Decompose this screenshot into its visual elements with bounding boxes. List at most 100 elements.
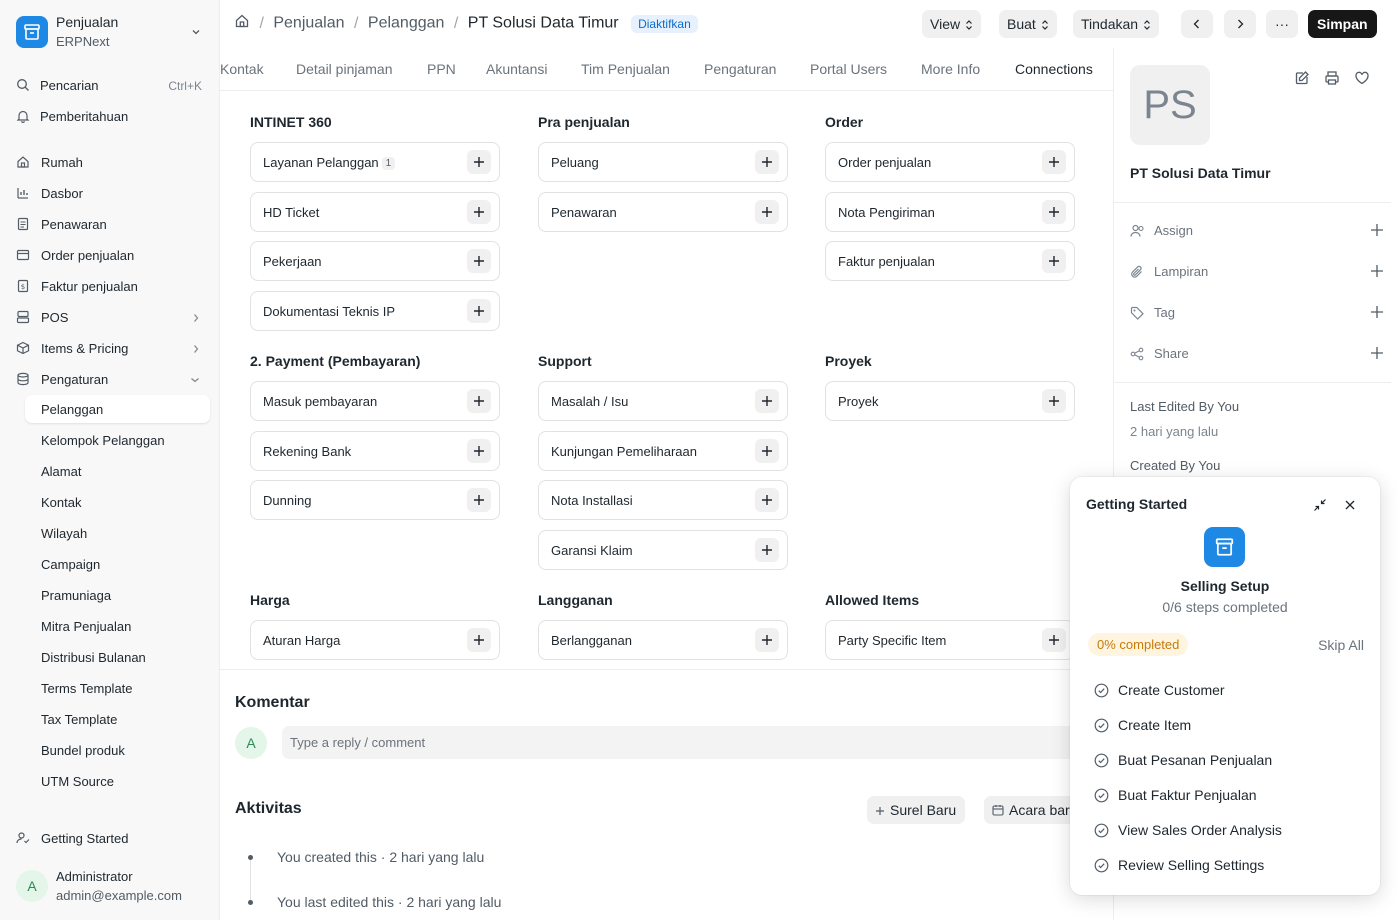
add-button[interactable] (755, 628, 779, 652)
sidebar-sub-terms-template[interactable]: Terms Template (25, 674, 210, 702)
add-button[interactable] (1042, 628, 1066, 652)
add-button[interactable] (467, 299, 491, 323)
close-icon[interactable] (1343, 498, 1357, 512)
save-button[interactable]: Simpan (1308, 10, 1377, 38)
sidebar-item-faktur-penjualan[interactable]: $ Faktur penjualan (8, 272, 210, 300)
sidebar-item-items-pricing[interactable]: Items & Pricing (8, 334, 210, 362)
assign-row[interactable]: Assign (1130, 221, 1384, 241)
setup-step[interactable]: View Sales Order Analysis (1094, 820, 1364, 840)
add-button[interactable] (755, 150, 779, 174)
sidebar-sub-tax-template[interactable]: Tax Template (25, 705, 210, 733)
connection-card[interactable]: Faktur penjualan (825, 241, 1075, 281)
sidebar-sub-kontak[interactable]: Kontak (25, 488, 210, 516)
sidebar-item-penawaran[interactable]: Penawaran (8, 210, 210, 238)
create-button[interactable]: Buat (999, 10, 1057, 38)
setup-step[interactable]: Buat Pesanan Penjualan (1094, 750, 1364, 770)
sidebar-item-order-penjualan[interactable]: Order penjualan (8, 241, 210, 269)
connection-card[interactable]: Nota Pengiriman (825, 192, 1075, 232)
breadcrumb-link[interactable]: Penjualan (273, 15, 344, 32)
previous-button[interactable] (1181, 10, 1213, 38)
next-button[interactable] (1224, 10, 1256, 38)
tab-akuntansi[interactable]: Akuntansi (486, 61, 547, 77)
connection-card[interactable]: Pekerjaan (250, 241, 500, 281)
setup-step[interactable]: Create Customer (1094, 680, 1364, 700)
heart-icon[interactable] (1354, 70, 1370, 86)
record-avatar[interactable]: PS (1130, 65, 1210, 145)
setup-step[interactable]: Create Item (1094, 715, 1364, 735)
connection-card[interactable]: Rekening Bank (250, 431, 500, 471)
plus-icon[interactable] (1370, 223, 1384, 237)
app-switcher[interactable]: Penjualan ERPNext (16, 14, 206, 54)
add-button[interactable] (1042, 200, 1066, 224)
add-button[interactable] (467, 389, 491, 413)
tag-row[interactable]: Tag (1130, 303, 1384, 323)
more-button[interactable]: ··· (1266, 10, 1298, 38)
sidebar-item-rumah[interactable]: Rumah (8, 148, 210, 176)
search-button[interactable]: Pencarian Ctrl+K (8, 71, 210, 99)
attachment-row[interactable]: Lampiran (1130, 262, 1384, 282)
connection-card[interactable]: HD Ticket (250, 192, 500, 232)
sidebar-getting-started[interactable]: Getting Started (8, 824, 210, 852)
add-button[interactable] (1042, 249, 1066, 273)
connection-card[interactable]: Penawaran (538, 192, 788, 232)
sidebar-sub-distribusi-bulanan[interactable]: Distribusi Bulanan (25, 643, 210, 671)
tab-ppn[interactable]: PPN (427, 61, 456, 77)
sidebar-item-dasbor[interactable]: Dasbor (8, 179, 210, 207)
sidebar-sub-utm-source[interactable]: UTM Source (25, 767, 210, 795)
add-button[interactable] (755, 200, 779, 224)
comment-input[interactable]: Type a reply / comment (282, 726, 1082, 759)
plus-icon[interactable] (1370, 305, 1384, 319)
add-button[interactable] (467, 439, 491, 463)
connection-card[interactable]: Dunning (250, 480, 500, 520)
add-button[interactable] (755, 389, 779, 413)
view-button[interactable]: View (922, 10, 982, 38)
add-button[interactable] (467, 628, 491, 652)
home-icon[interactable] (234, 13, 250, 34)
sidebar-sub-wilayah[interactable]: Wilayah (25, 519, 210, 547)
connection-card[interactable]: Masalah / Isu (538, 381, 788, 421)
tab-connections[interactable]: Connections (1015, 61, 1093, 90)
connection-card[interactable]: Berlangganan (538, 620, 788, 660)
add-button[interactable] (467, 488, 491, 512)
sidebar-sub-pelanggan[interactable]: Pelanggan (25, 395, 210, 423)
tab-kontak[interactable]: Kontak (220, 61, 264, 77)
add-button[interactable] (1042, 389, 1066, 413)
sidebar-sub-mitra-penjualan[interactable]: Mitra Penjualan (25, 612, 210, 640)
print-icon[interactable] (1324, 70, 1340, 86)
connection-card[interactable]: Proyek (825, 381, 1075, 421)
new-email-button[interactable]: Surel Baru (867, 796, 966, 824)
add-button[interactable] (467, 249, 491, 273)
sidebar-sub-bundel-produk[interactable]: Bundel produk (25, 736, 210, 764)
tab-detail-pinjaman[interactable]: Detail pinjaman (296, 61, 393, 77)
add-button[interactable] (755, 488, 779, 512)
connection-card[interactable]: Masuk pembayaran (250, 381, 500, 421)
connection-card[interactable]: Party Specific Item (825, 620, 1075, 660)
plus-icon[interactable] (1370, 264, 1384, 278)
tab-more-info[interactable]: More Info (921, 61, 980, 77)
breadcrumb-link[interactable]: Pelanggan (368, 15, 445, 32)
connection-card[interactable]: Peluang (538, 142, 788, 182)
connection-card[interactable]: Kunjungan Pemeliharaan (538, 431, 788, 471)
sidebar-sub-kelompok-pelanggan[interactable]: Kelompok Pelanggan (25, 426, 210, 454)
tab-pengaturan[interactable]: Pengaturan (704, 61, 776, 77)
sidebar-sub-pramuniaga[interactable]: Pramuniaga (25, 581, 210, 609)
sidebar-sub-alamat[interactable]: Alamat (25, 457, 210, 485)
user-menu[interactable]: A Administrator admin@example.com (16, 866, 211, 906)
tab-portal-users[interactable]: Portal Users (810, 61, 887, 77)
connection-card[interactable]: Nota Installasi (538, 480, 788, 520)
connection-card[interactable]: Garansi Klaim (538, 530, 788, 570)
add-button[interactable] (755, 439, 779, 463)
setup-step[interactable]: Review Selling Settings (1094, 855, 1364, 875)
setup-step[interactable]: Buat Faktur Penjualan (1094, 785, 1364, 805)
connection-card[interactable]: Layanan Pelanggan 1 (250, 142, 500, 182)
connection-card[interactable]: Order penjualan (825, 142, 1075, 182)
add-button[interactable] (467, 150, 491, 174)
skip-all-button[interactable]: Skip All (1318, 637, 1364, 653)
sidebar-item-pengaturan[interactable]: Pengaturan (8, 365, 210, 393)
connection-card[interactable]: Dokumentasi Teknis IP (250, 291, 500, 331)
add-button[interactable] (467, 200, 491, 224)
minimize-icon[interactable] (1313, 498, 1327, 512)
sidebar-sub-campaign[interactable]: Campaign (25, 550, 210, 578)
actions-button[interactable]: Tindakan (1073, 10, 1160, 38)
plus-icon[interactable] (1370, 346, 1384, 360)
